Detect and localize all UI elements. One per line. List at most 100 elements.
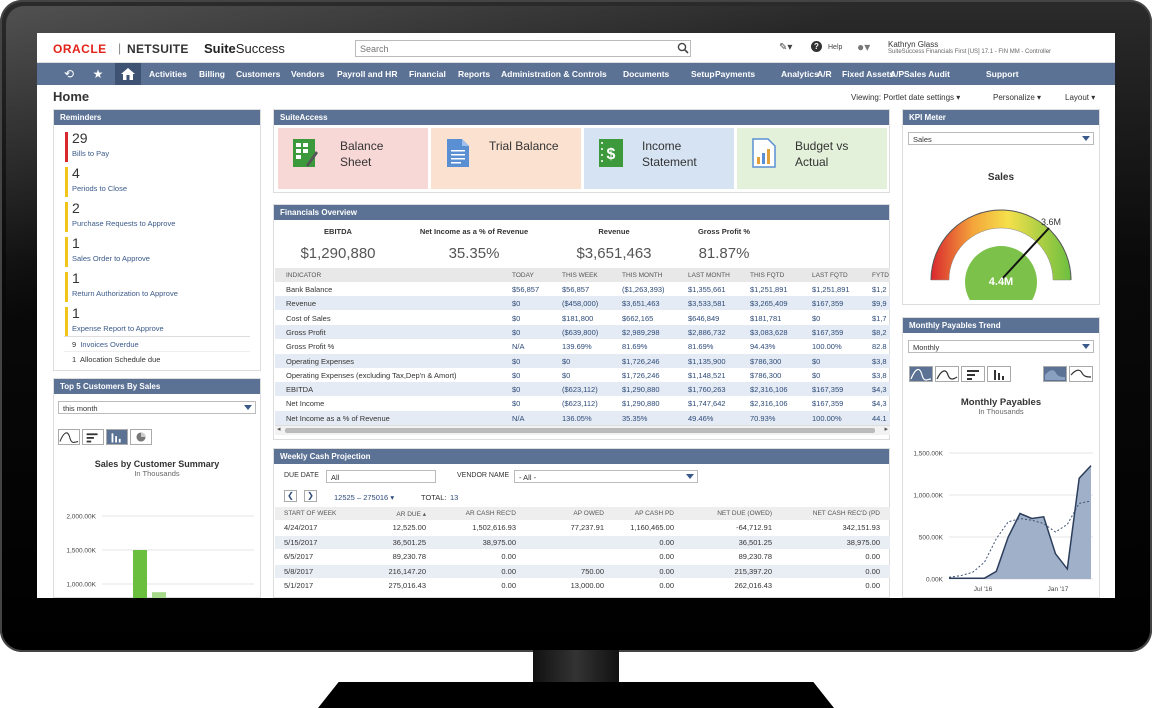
value-cell[interactable]: $0	[812, 314, 820, 323]
nav-item-a-p[interactable]: A/P	[890, 69, 904, 79]
pie-chart-toggle[interactable]	[130, 429, 152, 445]
weekly-column-header[interactable]: START OF WEEK	[284, 510, 336, 517]
financials-column-header[interactable]: THIS FQTD	[750, 272, 784, 279]
value-cell[interactable]: $1,251,891	[750, 285, 788, 294]
weekly-column-header[interactable]: AR CASH REC'D	[426, 510, 516, 517]
payables-area-toggle[interactable]	[909, 366, 933, 382]
value-cell[interactable]: $0	[512, 328, 520, 337]
nav-item-vendors[interactable]: Vendors	[291, 69, 325, 79]
customer-sales-bar[interactable]	[133, 550, 147, 598]
value-cell[interactable]: ($1,263,393)	[622, 285, 665, 294]
value-cell[interactable]: $0	[512, 399, 520, 408]
payables-line-toggle[interactable]	[935, 366, 959, 382]
table-row[interactable]: Revenue $0 ($458,000) $3,651,463 $3,533,581 $…	[275, 296, 890, 311]
value-cell[interactable]: $0	[512, 371, 520, 380]
value-cell[interactable]: $0	[512, 299, 520, 308]
table-row[interactable]: 6/5/2017 89,230.78 0.00 0.00 89,230.78 0.00	[275, 550, 890, 563]
financials-column-header[interactable]: THIS WEEK	[562, 272, 598, 279]
balance-sheet-tile[interactable]: Balance Sheet	[278, 128, 428, 189]
budget-vs-actual-tile[interactable]: Budget vs Actual	[737, 128, 887, 189]
value-cell[interactable]: $1,7	[872, 314, 887, 323]
help-icon[interactable]: ?	[811, 41, 822, 52]
nav-item-documents[interactable]: Documents	[623, 69, 669, 79]
history-icon[interactable]: ⟲	[59, 67, 79, 81]
nav-item-payroll-and-hr[interactable]: Payroll and HR	[337, 69, 397, 79]
value-cell[interactable]: $0	[812, 371, 820, 380]
nav-item-sales-audit[interactable]: Sales Audit	[904, 69, 950, 79]
value-cell[interactable]: $1,290,880	[622, 399, 660, 408]
value-cell[interactable]: $1,135,900	[688, 357, 726, 366]
home-nav-button[interactable]	[115, 63, 141, 85]
value-cell[interactable]: 100.00%	[812, 414, 842, 423]
value-cell[interactable]: $0	[562, 371, 570, 380]
layout-link[interactable]: Layout ▾	[1065, 93, 1095, 102]
value-cell[interactable]: ($623,112)	[562, 385, 598, 394]
weekly-column-header[interactable]: NET CASH REC'D (PD	[790, 510, 880, 517]
kpi-select[interactable]: Sales	[908, 132, 1094, 145]
value-cell[interactable]: $662,165	[622, 314, 653, 323]
personalize-link[interactable]: Personalize ▾	[993, 93, 1041, 102]
week-start-cell[interactable]: 5/8/2017	[284, 567, 313, 576]
week-start-cell[interactable]: 5/1/2017	[284, 581, 313, 590]
nav-item-setup[interactable]: Setup	[691, 69, 715, 79]
table-row[interactable]: Gross Profit $0 ($639,800) $2,989,298 $2,886…	[275, 324, 890, 339]
value-cell[interactable]: $56,857	[512, 285, 539, 294]
value-cell[interactable]: $167,359	[812, 299, 843, 308]
scroll-right-icon[interactable]: ▸	[884, 425, 888, 433]
value-cell[interactable]: 70.93%	[750, 414, 775, 423]
page-range-select[interactable]: 12525 – 275016 ▾	[334, 493, 394, 502]
financials-column-header[interactable]: THIS MONTH	[622, 272, 662, 279]
value-cell[interactable]: 136.05%	[562, 414, 592, 423]
value-cell[interactable]: $2,886,732	[688, 328, 726, 337]
value-cell[interactable]: $181,781	[750, 314, 781, 323]
value-cell[interactable]: 100.00%	[812, 342, 842, 351]
financials-column-header[interactable]: TODAY	[512, 272, 534, 279]
value-cell[interactable]: 35.35%	[622, 414, 647, 423]
nav-item-billing[interactable]: Billing	[199, 69, 225, 79]
value-cell[interactable]: 44.1	[872, 414, 887, 423]
value-cell[interactable]: $0	[512, 385, 520, 394]
value-cell[interactable]: N/A	[512, 414, 525, 423]
value-cell[interactable]: $167,359	[812, 385, 843, 394]
nav-item-support[interactable]: Support	[986, 69, 1019, 79]
reminder-allocation-schedule[interactable]: 1 Allocation Schedule due	[72, 355, 160, 364]
value-cell[interactable]: $167,359	[812, 399, 843, 408]
value-cell[interactable]: $0	[512, 357, 520, 366]
payables-trend-area-toggle[interactable]	[1043, 366, 1067, 382]
financials-column-header[interactable]: LAST FQTD	[812, 272, 848, 279]
nav-item-reports[interactable]: Reports	[458, 69, 490, 79]
table-row[interactable]: Cost of Sales $0 $181,800 $662,165 $646,849 $…	[275, 311, 890, 325]
table-row[interactable]: Operating Expenses $0 $0 $1,726,246 $1,135,9…	[275, 353, 890, 368]
value-cell[interactable]: $181,800	[562, 314, 593, 323]
value-cell[interactable]: $1,726,246	[622, 357, 660, 366]
search-icon[interactable]	[677, 42, 689, 54]
value-cell[interactable]: $2,316,106	[750, 399, 788, 408]
nav-item-financial[interactable]: Financial	[409, 69, 446, 79]
value-cell[interactable]: $0	[562, 357, 570, 366]
value-cell[interactable]: 81.69%	[622, 342, 647, 351]
nav-item-a-r[interactable]: A/R	[817, 69, 832, 79]
weekly-column-header[interactable]: AR DUE ▴	[336, 510, 426, 518]
value-cell[interactable]: 81.69%	[688, 342, 713, 351]
value-cell[interactable]: 49.46%	[688, 414, 713, 423]
value-cell[interactable]: $646,849	[688, 314, 719, 323]
value-cell[interactable]: $1,251,891	[812, 285, 850, 294]
payables-trend-line-toggle[interactable]	[1069, 366, 1093, 382]
value-cell[interactable]: $0	[812, 357, 820, 366]
value-cell[interactable]: $9,9	[872, 299, 887, 308]
value-cell[interactable]: 94.43%	[750, 342, 775, 351]
payables-column-toggle[interactable]	[987, 366, 1011, 382]
financials-horizontal-scrollbar[interactable]: ◂ ▸	[275, 425, 890, 435]
area-chart-toggle[interactable]	[58, 429, 80, 445]
weekly-column-header[interactable]: NET DUE (OWED)	[682, 510, 772, 517]
value-cell[interactable]: N/A	[512, 342, 525, 351]
financials-column-header[interactable]: FYTD	[872, 272, 889, 279]
value-cell[interactable]: ($639,800)	[562, 328, 598, 337]
value-cell[interactable]: $786,300	[750, 357, 781, 366]
value-cell[interactable]: $3,265,409	[750, 299, 788, 308]
previous-page-button[interactable]: ❮	[284, 490, 297, 502]
financials-column-header[interactable]: LAST MONTH	[688, 272, 730, 279]
value-cell[interactable]: $786,300	[750, 371, 781, 380]
week-start-cell[interactable]: 4/24/2017	[284, 523, 317, 532]
value-cell[interactable]: $1,747,642	[688, 399, 726, 408]
